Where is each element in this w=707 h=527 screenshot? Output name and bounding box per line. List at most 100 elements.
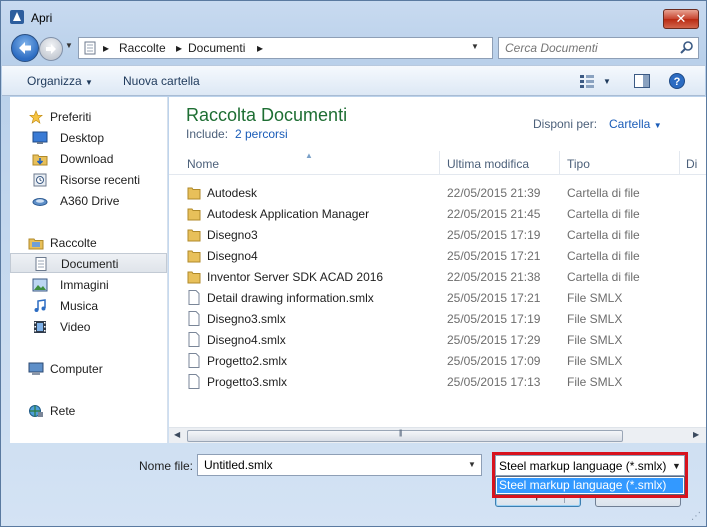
filetype-option[interactable]: Steel markup language (*.smlx) — [497, 478, 683, 493]
file-date: 25/05/2015 17:19 — [447, 228, 541, 242]
organize-button[interactable]: Organizza ▼ — [27, 74, 93, 88]
forward-button[interactable] — [39, 37, 63, 61]
table-row[interactable]: Progetto3.smlx 25/05/2015 17:13 File SML… — [169, 371, 706, 392]
sidebar-item-network[interactable]: Rete — [10, 401, 167, 421]
help-icon[interactable]: ? — [668, 72, 686, 90]
window-title: Apri — [31, 11, 53, 25]
table-row[interactable]: Detail drawing information.smlx 25/05/20… — [169, 287, 706, 308]
folder-icon — [187, 208, 201, 221]
desktop-icon — [32, 131, 48, 144]
close-button[interactable]: ✕ — [663, 9, 699, 29]
file-type: File SMLX — [567, 291, 623, 305]
view-dropdown-icon[interactable]: ▼ — [603, 77, 611, 86]
file-date: 22/05/2015 21:39 — [447, 186, 541, 200]
arrange-by-dropdown[interactable]: Cartella ▼ — [609, 117, 662, 131]
table-row[interactable]: Autodesk Application Manager 22/05/2015 … — [169, 203, 706, 224]
file-name: Disegno4 — [207, 249, 258, 263]
scroll-left-icon[interactable]: ◀ — [174, 430, 180, 439]
sidebar-item-a360-drive[interactable]: A360 Drive — [10, 191, 167, 211]
new-folder-button[interactable]: Nuova cartella — [123, 74, 200, 88]
sidebar-item-pictures[interactable]: Immagini — [10, 275, 167, 295]
star-icon — [29, 110, 43, 124]
folder-icon — [187, 229, 201, 242]
chevron-down-icon[interactable]: ▼ — [672, 461, 681, 471]
sidebar-item-label: Documenti — [61, 257, 119, 271]
filename-combobox[interactable]: ▼ — [197, 454, 482, 476]
table-row[interactable]: Disegno4.smlx 25/05/2015 17:29 File SMLX — [169, 329, 706, 350]
column-header-name[interactable]: Nome — [187, 157, 219, 171]
sidebar-item-computer[interactable]: Computer — [10, 359, 167, 379]
folder-icon — [187, 271, 201, 284]
column-header-date[interactable]: Ultima modifica — [447, 157, 529, 171]
organize-label: Organizza — [27, 74, 82, 88]
column-headers: ▲ Nome Ultima modifica Tipo Di — [169, 151, 706, 175]
svg-text:?: ? — [674, 76, 681, 88]
file-type: File SMLX — [567, 333, 623, 347]
file-type: File SMLX — [567, 354, 623, 368]
sidebar-item-favorites[interactable]: Preferiti — [10, 107, 167, 127]
filename-input[interactable] — [202, 457, 460, 473]
table-row[interactable]: Autodesk 22/05/2015 21:39 Cartella di fi… — [169, 182, 706, 203]
breadcrumb-separator-icon[interactable]: ▸ — [176, 41, 182, 55]
breadcrumb-raccolte[interactable]: Raccolte — [119, 41, 166, 55]
folder-icon — [187, 187, 201, 200]
table-row[interactable]: Disegno3 25/05/2015 17:19 Cartella di fi… — [169, 224, 706, 245]
library-locations-link[interactable]: 2 percorsi — [235, 127, 288, 141]
sidebar-item-music[interactable]: Musica — [10, 296, 167, 316]
back-arrow-icon — [19, 42, 31, 54]
video-library-icon — [34, 321, 46, 333]
file-date: 25/05/2015 17:29 — [447, 333, 541, 347]
file-name: Inventor Server SDK ACAD 2016 — [207, 270, 384, 284]
sidebar-item-label: A360 Drive — [60, 194, 120, 208]
back-button[interactable] — [11, 34, 39, 62]
scrollbar-thumb[interactable] — [187, 430, 623, 442]
horizontal-scrollbar[interactable]: ◀ ||| ▶ — [169, 427, 706, 443]
column-header-size[interactable]: Di — [686, 157, 697, 171]
column-divider[interactable] — [679, 151, 680, 175]
table-row[interactable]: Disegno3.smlx 25/05/2015 17:19 File SMLX — [169, 308, 706, 329]
address-dropdown-icon[interactable]: ▼ — [471, 42, 479, 51]
resize-grip-icon[interactable]: ⋰ — [691, 511, 701, 522]
filetype-select[interactable]: Steel markup language (*.smlx) ▼ — [495, 455, 685, 476]
sidebar-item-documents[interactable]: Documenti — [10, 253, 167, 273]
filetype-dropdown-list: Steel markup language (*.smlx) — [495, 476, 685, 495]
scrollbar-grip-icon: ||| — [399, 430, 403, 437]
file-date: 25/05/2015 17:13 — [447, 375, 541, 389]
column-divider[interactable] — [439, 151, 440, 175]
breadcrumb-documenti[interactable]: Documenti — [188, 41, 245, 55]
file-icon — [188, 374, 200, 389]
file-type: File SMLX — [567, 312, 623, 326]
search-box[interactable] — [498, 37, 699, 59]
recent-places-icon — [33, 173, 47, 187]
music-library-icon — [34, 299, 46, 312]
history-dropdown-icon[interactable]: ▼ — [65, 41, 73, 50]
scroll-right-icon[interactable]: ▶ — [693, 430, 699, 439]
filetype-value: Steel markup language (*.smlx) — [499, 459, 667, 473]
library-icon — [84, 41, 96, 55]
file-date: 25/05/2015 17:21 — [447, 249, 541, 263]
breadcrumb-separator-icon[interactable]: ▸ — [257, 41, 263, 55]
breadcrumb-separator-icon[interactable]: ▸ — [103, 41, 109, 55]
view-options-icon[interactable] — [578, 72, 596, 90]
address-bar[interactable]: ▸ Raccolte ▸ Documenti ▸ ▼ ⇆ — [78, 37, 564, 59]
file-date: 22/05/2015 21:45 — [447, 207, 541, 221]
file-icon — [188, 353, 200, 368]
sidebar-item-recent-places[interactable]: Risorse recenti — [10, 170, 167, 190]
search-icon[interactable] — [679, 40, 695, 56]
sidebar-item-libraries[interactable]: Raccolte — [10, 233, 167, 253]
column-divider[interactable] — [559, 151, 560, 175]
preview-pane-icon[interactable] — [633, 72, 651, 90]
sidebar-item-desktop[interactable]: Desktop — [10, 128, 167, 148]
file-name: Progetto2.smlx — [207, 354, 288, 368]
sidebar-item-video[interactable]: Video — [10, 317, 167, 337]
library-include-label: Include: — [186, 127, 229, 141]
table-row[interactable]: Disegno4 25/05/2015 17:21 Cartella di fi… — [169, 245, 706, 266]
file-type: Cartella di file — [567, 207, 640, 221]
column-header-type[interactable]: Tipo — [567, 157, 590, 171]
table-row[interactable]: Inventor Server SDK ACAD 2016 22/05/2015… — [169, 266, 706, 287]
search-input[interactable] — [503, 40, 673, 56]
sidebar-item-download[interactable]: Download — [10, 149, 167, 169]
filename-dropdown-icon[interactable]: ▼ — [468, 460, 476, 469]
app-icon — [10, 10, 24, 24]
table-row[interactable]: Progetto2.smlx 25/05/2015 17:09 File SML… — [169, 350, 706, 371]
